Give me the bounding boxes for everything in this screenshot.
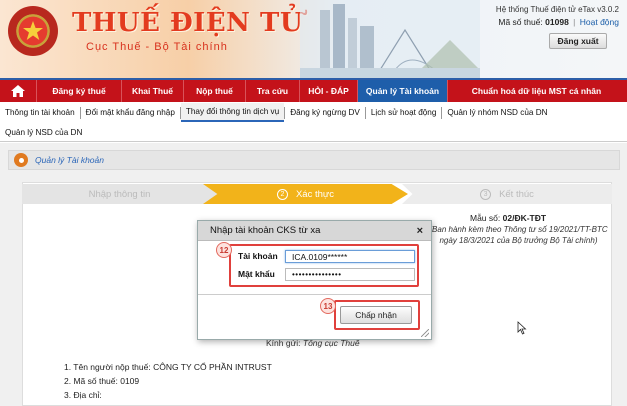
subnav-dang-ky-ngung-dv[interactable]: Đăng ký ngừng DV bbox=[285, 103, 365, 122]
taxpayer-name-line: 1. Tên người nộp thuế: CÔNG TY CỔ PHẦN I… bbox=[64, 362, 272, 372]
callout-badge-13: 13 bbox=[320, 298, 336, 314]
progress-stepper: Nhập thông tin 2 Xác thực 3 Kết thúc bbox=[22, 184, 612, 204]
sub-nav-row-1: Thông tin tài khoản Đổi mật khẩu đăng nh… bbox=[0, 103, 553, 122]
subnav-lich-su-hoat-dong[interactable]: Lịch sử hoạt động bbox=[366, 103, 442, 122]
taxpayer-code-line: 2. Mã số thuế: 0109 bbox=[64, 374, 272, 388]
section-title: Quản lý Tài khoản bbox=[35, 155, 104, 165]
main-nav: Đăng ký thuế Khai Thuế Nộp thuế Tra cứu … bbox=[0, 78, 627, 102]
tax-code-value: 01098 bbox=[545, 17, 569, 27]
callout-badge-12: 12 bbox=[216, 242, 232, 258]
step-number: 3 bbox=[480, 188, 492, 200]
form-number-label: Mẫu số: bbox=[470, 213, 501, 223]
nav-tra-cuu[interactable]: Tra cứu bbox=[245, 80, 299, 102]
sub-nav: Thông tin tài khoản Đổi mật khẩu đăng nh… bbox=[0, 102, 627, 142]
star-icon bbox=[23, 21, 43, 40]
step-ket-thuc: 3 Kết thúc bbox=[402, 184, 612, 204]
logout-button[interactable]: Đăng xuất bbox=[549, 33, 607, 49]
nav-quan-ly-tai-khoan[interactable]: Quản lý Tài khoản bbox=[357, 80, 447, 102]
nav-khai-thue[interactable]: Khai Thuế bbox=[121, 80, 183, 102]
subnav-thong-tin-tai-khoan[interactable]: Thông tin tài khoản bbox=[0, 103, 80, 122]
resize-grip-icon[interactable] bbox=[421, 329, 429, 337]
site-header: THUẾ ĐIỆN TỬ Cục Thuế - Bộ Tài chính Hệ … bbox=[0, 0, 627, 78]
masked-value bbox=[139, 377, 180, 386]
subnav-thay-doi-thong-tin-dich-vu[interactable]: Thay đổi thông tin dịch vụ bbox=[180, 103, 285, 122]
step-label: Kết thúc bbox=[499, 188, 534, 200]
national-emblem-logo bbox=[8, 6, 58, 56]
step-label: Nhập thông tin bbox=[88, 188, 151, 200]
subnav-quan-ly-nhom-nsd[interactable]: Quản lý nhóm NSD của DN bbox=[442, 103, 552, 122]
nav-chuan-hoa-du-lieu[interactable]: Chuẩn hoá dữ liệu MST cá nhân bbox=[447, 80, 625, 102]
step-label: Xác thực bbox=[295, 188, 335, 200]
city-skyline-banner bbox=[300, 0, 480, 78]
step-nhap-thong-tin: Nhập thông tin bbox=[22, 184, 217, 204]
form-number: Mẫu số: 02/ĐK-TĐT bbox=[470, 213, 546, 223]
system-version: Hệ thống Thuế điện tử eTax v3.0.2 bbox=[495, 5, 619, 14]
taxpayer-info: 1. Tên người nộp thuế: CÔNG TY CỔ PHẦN I… bbox=[64, 360, 272, 402]
site-title: THUẾ ĐIỆN TỬ bbox=[72, 8, 303, 38]
sub-nav-row-2: Quản lý NSD của DN bbox=[0, 123, 87, 142]
section-header: Quản lý Tài khoản bbox=[8, 150, 620, 170]
dialog-title: Nhập tài khoản CKS từ xa bbox=[210, 225, 321, 236]
nav-dang-ky-thue[interactable]: Đăng ký thuế bbox=[36, 80, 121, 102]
form-number-value: 02/ĐK-TĐT bbox=[502, 213, 547, 223]
tax-code-row: Mã số thuế: 01098 | Hoạt động bbox=[498, 17, 619, 27]
close-icon[interactable]: × bbox=[417, 225, 423, 237]
home-button[interactable] bbox=[0, 80, 36, 102]
nav-hoi-dap[interactable]: HỎI - ĐÁP bbox=[299, 80, 357, 102]
tax-code-label: Mã số thuế: bbox=[498, 17, 543, 27]
section-bullet-icon bbox=[14, 153, 28, 167]
step-number: 2 bbox=[276, 188, 288, 200]
home-icon bbox=[11, 85, 25, 97]
mouse-cursor-icon bbox=[517, 321, 527, 335]
site-subtitle: Cục Thuế - Bộ Tài chính bbox=[86, 41, 228, 53]
activity-link[interactable]: Hoạt động bbox=[580, 17, 619, 27]
button-highlight-box bbox=[334, 300, 420, 330]
form-legal-note: (Ban hành kèm theo Thông tư số 19/2021/T… bbox=[429, 225, 608, 245]
taxpayer-address-line: 3. Địa chỉ: bbox=[64, 390, 102, 400]
subnav-quan-ly-nsd[interactable]: Quản lý NSD của DN bbox=[0, 123, 87, 142]
step-xac-thuc: 2 Xác thực bbox=[203, 184, 408, 204]
subnav-doi-mat-khau[interactable]: Đổi mật khẩu đăng nhập bbox=[81, 103, 180, 122]
dialog-divider bbox=[198, 294, 431, 295]
dialog-header: Nhập tài khoản CKS từ xa × bbox=[198, 221, 431, 241]
fields-highlight-box bbox=[229, 244, 419, 287]
nav-nop-thue[interactable]: Nộp thuế bbox=[183, 80, 245, 102]
